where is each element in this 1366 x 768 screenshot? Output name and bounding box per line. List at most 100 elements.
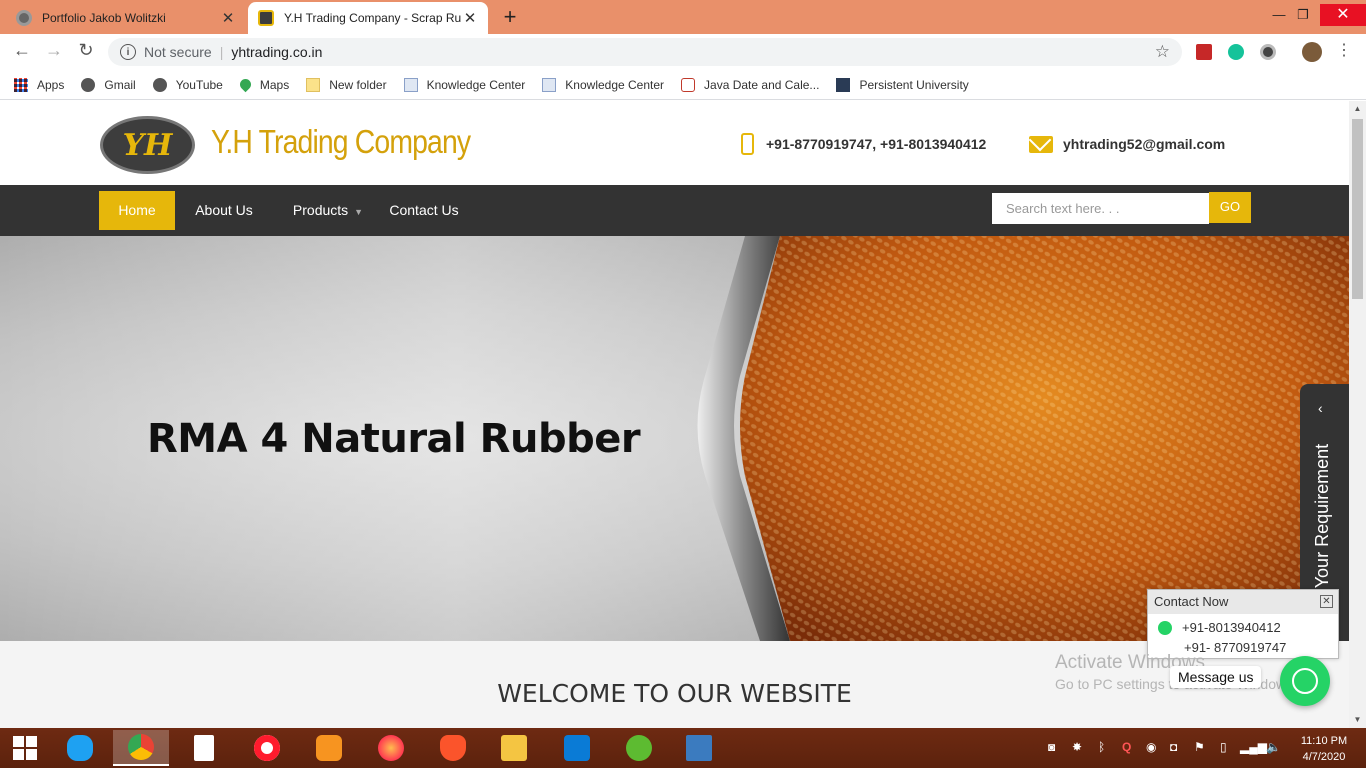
- bookmark-label: Persistent University: [859, 77, 969, 92]
- globe-icon: [16, 10, 32, 26]
- divider: |: [219, 44, 224, 60]
- windows-taskbar: ◙ ✸ ᛒ Q ◉ ◘ ⚑ ▯ ▂▄▆ 🔈 11:10 PM 4/7/2020: [0, 728, 1366, 768]
- clock-date: 4/7/2020: [1302, 751, 1346, 763]
- bookmark-gmail[interactable]: Gmail: [81, 77, 136, 92]
- forward-arrow-icon[interactable]: →: [42, 40, 66, 61]
- company-logo[interactable]: YH: [100, 116, 195, 174]
- bookmark-maps[interactable]: Maps: [237, 76, 290, 93]
- tray-utorrent-icon[interactable]: ◉: [1146, 740, 1156, 754]
- browser-toolbar: ← → ↻ i Not secure | yhtrading.co.in ☆ ⋮: [0, 34, 1366, 70]
- tab-yh-trading[interactable]: Y.H Trading Company - Scrap Ru ✕: [248, 2, 488, 34]
- whatsapp-chat-button[interactable]: [1280, 656, 1330, 706]
- bookmark-label: Apps: [37, 77, 65, 92]
- vscode-icon[interactable]: [549, 730, 605, 766]
- tray-app-icon[interactable]: ◙: [1048, 740, 1055, 754]
- bookmark-label: Maps: [259, 77, 290, 92]
- folder-icon: [306, 77, 321, 92]
- file-icon[interactable]: [176, 730, 232, 766]
- phone-numbers: +91-8770919747, +91-8013940412: [766, 136, 987, 152]
- bookmark-knowledge-center-2[interactable]: Knowledge Center: [542, 77, 664, 92]
- close-icon[interactable]: ✕: [1320, 595, 1333, 608]
- nav-home[interactable]: Home: [99, 191, 175, 230]
- maps-pin-icon: [237, 76, 254, 93]
- page-icon: [403, 77, 418, 92]
- search-input[interactable]: [992, 193, 1209, 224]
- tray-camera-icon[interactable]: ◘: [1170, 740, 1177, 754]
- bookmark-apps[interactable]: Apps: [14, 77, 65, 92]
- hero-banner: RMA 4 Natural Rubber: [0, 236, 1349, 641]
- browser-tab-strip: Portfolio Jakob Wolitzki ✕ Y.H Trading C…: [0, 0, 1366, 34]
- tray-q-icon[interactable]: Q: [1122, 740, 1131, 754]
- scroll-thumb[interactable]: [1352, 119, 1363, 299]
- chrome-icon[interactable]: [113, 730, 169, 766]
- system-clock[interactable]: 11:10 PM 4/7/2020: [1298, 733, 1350, 765]
- menu-dots-icon[interactable]: ⋮: [1332, 40, 1356, 60]
- firefox-icon[interactable]: [363, 730, 419, 766]
- opera-icon[interactable]: [239, 730, 295, 766]
- bookmark-star-icon[interactable]: ☆: [1155, 42, 1170, 62]
- nav-contact-us[interactable]: Contact Us: [382, 191, 466, 230]
- contact-phone-1[interactable]: +91-8013940412: [1158, 620, 1281, 635]
- info-icon[interactable]: i: [120, 44, 136, 60]
- bookmarks-bar: Apps Gmail YouTube Maps New folder Knowl…: [0, 70, 1366, 100]
- email-address[interactable]: yhtrading52@gmail.com: [1063, 136, 1225, 152]
- address-bar[interactable]: i Not secure | yhtrading.co.in ☆: [108, 38, 1182, 66]
- flag-icon[interactable]: ⚑: [1194, 740, 1205, 754]
- bookmark-youtube[interactable]: YouTube: [152, 77, 223, 92]
- close-tab-icon[interactable]: ✕: [220, 9, 236, 27]
- file-explorer-icon[interactable]: [486, 730, 542, 766]
- grammarly-icon[interactable]: [1228, 44, 1244, 60]
- signal-icon[interactable]: ▂▄▆: [1240, 740, 1267, 754]
- logo-text: YH: [122, 127, 173, 163]
- contact-now-title: Contact Now: [1148, 590, 1338, 614]
- nav-about-us[interactable]: About Us: [186, 191, 262, 230]
- extension-red-icon[interactable]: [1196, 44, 1212, 60]
- main-nav: Home About Us Products ▼ Contact Us GO: [0, 185, 1349, 236]
- tab-portfolio[interactable]: Portfolio Jakob Wolitzki ✕: [6, 2, 246, 34]
- globe-icon: [81, 77, 96, 92]
- scroll-up-icon[interactable]: ▲: [1349, 101, 1366, 117]
- url-text[interactable]: yhtrading.co.in: [231, 44, 322, 60]
- bookmark-java-date[interactable]: Java Date and Cale...: [681, 77, 819, 92]
- bookmark-label: New folder: [329, 77, 387, 92]
- search-go-button[interactable]: GO: [1209, 192, 1251, 223]
- uc-browser-icon[interactable]: [301, 730, 357, 766]
- help-page-icon: [681, 77, 696, 92]
- bookmark-knowledge-center-1[interactable]: Knowledge Center: [403, 77, 525, 92]
- internet-explorer-icon[interactable]: [52, 730, 108, 766]
- bluetooth-icon[interactable]: ᛒ: [1098, 740, 1105, 754]
- battery-icon[interactable]: ▯: [1220, 740, 1227, 754]
- windows-logo-icon: [13, 736, 37, 760]
- tray-avast-icon[interactable]: ✸: [1072, 740, 1082, 754]
- nav-products[interactable]: Products ▼: [290, 191, 366, 230]
- bookmark-label: YouTube: [175, 77, 223, 92]
- chevron-down-icon: ▼: [354, 207, 364, 217]
- phone-1-text: +91-8013940412: [1182, 620, 1281, 635]
- reload-icon[interactable]: ↻: [74, 40, 98, 61]
- company-name[interactable]: Y.H Trading Company: [211, 123, 471, 161]
- start-button[interactable]: [0, 730, 50, 766]
- profile-avatar[interactable]: [1302, 42, 1322, 62]
- bookmark-persistent[interactable]: Persistent University: [836, 77, 969, 92]
- chevron-left-icon: ‹: [1318, 400, 1323, 416]
- scroll-down-icon[interactable]: ▼: [1349, 712, 1366, 728]
- globe-icon: [152, 77, 167, 92]
- photos-icon[interactable]: [671, 730, 727, 766]
- bookmark-new-folder[interactable]: New folder: [306, 77, 387, 92]
- brave-icon[interactable]: [425, 730, 481, 766]
- close-window-button[interactable]: ✕: [1320, 4, 1366, 26]
- page-icon: [542, 77, 557, 92]
- tab-title: Portfolio Jakob Wolitzki: [42, 11, 166, 25]
- new-tab-button[interactable]: +: [498, 4, 522, 30]
- extension-circle-icon[interactable]: [1260, 44, 1276, 60]
- back-arrow-icon[interactable]: ←: [10, 40, 34, 61]
- mobile-phone-icon: [741, 133, 754, 155]
- clock-time: 11:10 PM: [1300, 735, 1348, 747]
- volume-icon[interactable]: 🔈: [1266, 740, 1281, 754]
- message-us-label[interactable]: Message us: [1170, 666, 1262, 688]
- close-tab-icon[interactable]: ✕: [462, 9, 478, 27]
- mail-icon: [1029, 136, 1053, 153]
- bookmark-label: Gmail: [104, 77, 136, 92]
- utorrent-icon[interactable]: [611, 730, 667, 766]
- page-scrollbar[interactable]: ▲ ▼: [1349, 101, 1366, 728]
